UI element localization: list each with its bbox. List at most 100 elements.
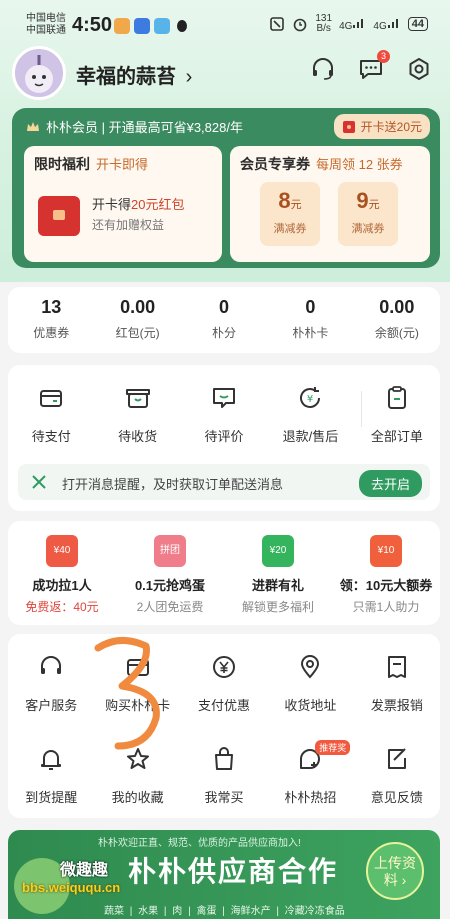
stat-label: 朴朴卡 [292, 326, 329, 340]
red-envelope-icon [38, 196, 80, 236]
network-speed-unit: B/s [316, 23, 331, 34]
avatar[interactable] [12, 46, 66, 100]
member-coupon[interactable]: 8元 满减券 [260, 182, 320, 246]
stat-gift-card[interactable]: 0 朴朴卡 [267, 287, 353, 353]
bell-icon [41, 750, 62, 770]
banner-top-text: 朴朴欢迎正直、规范、优质的产品供应商加入! [98, 838, 301, 849]
message-badge: 3 [377, 50, 390, 63]
limited-benefit-panel[interactable]: 限时福利 开卡即得 开卡得20元红包 还有加赠权益 [24, 146, 222, 262]
order-pending-review[interactable]: 待评价 [181, 385, 267, 445]
stat-value: 0.00 [379, 297, 415, 317]
order-label: 退款/售后 [282, 429, 339, 444]
coupon-unit: 元 [290, 199, 302, 211]
promo-group-buy[interactable]: 拼团 0.1元抢鸡蛋 2人团免运费 [116, 521, 224, 625]
battery-indicator: 44 [407, 17, 428, 31]
stat-red-packets[interactable]: 0.00 红包(元) [94, 287, 180, 353]
order-refund[interactable]: ¥ 退款/售后 [267, 385, 353, 445]
signal-icon [387, 18, 398, 28]
app-notification-icon [134, 18, 150, 34]
service-arrival-reminder[interactable]: 到货提醒 [8, 746, 94, 806]
invite-reward-icon: ¥40 [46, 535, 78, 567]
membership-header: 朴朴会员 | 开通最高可省¥3,828/年 [26, 117, 243, 136]
headset-icon [41, 656, 62, 674]
coupon-label: 满减券 [351, 223, 385, 235]
order-label: 全部订单 [370, 429, 423, 444]
chevron-right-icon: › [185, 66, 193, 88]
close-icon[interactable] [30, 473, 48, 491]
avatar-garlic-icon [25, 55, 53, 93]
handwritten-annotation [94, 637, 160, 750]
service-label: 客户服务 [25, 698, 78, 713]
order-label: 待评价 [204, 429, 244, 444]
membership-header-text: 朴朴会员 | 开通最高可省¥3,828/年 [46, 120, 243, 135]
signal-1: 4G [339, 17, 366, 32]
service-customer-service[interactable]: 客户服务 [8, 654, 94, 714]
stat-coupons[interactable]: 13 优惠券 [8, 287, 94, 353]
service-recruitment[interactable]: 推荐奖 朴朴热招 [267, 740, 353, 806]
membership-card[interactable]: 朴朴会员 | 开通最高可省¥3,828/年 开卡送20元 限时福利 开卡即得 开卡… [12, 108, 440, 268]
carrier-info: 中国电信 中国联通 [26, 13, 66, 37]
comment-icon [213, 388, 236, 408]
order-pending-delivery[interactable]: 待收货 [94, 385, 180, 445]
watermark-title: 微趣趣 [60, 862, 109, 879]
notification-reminder: 打开消息提醒，及时获取订单配送消息 去开启 [18, 464, 430, 500]
status-bar: 中国电信 中国联通 4:50 131 B/s 4G 4G 44 [0, 0, 450, 42]
exclusive-coupon-panel[interactable]: 会员专享券 每周领 12 张券 8元 满减券 9元 满减券 [230, 146, 430, 262]
service-invoice[interactable]: 发票报销 [354, 654, 440, 714]
invoice-icon [387, 656, 406, 678]
username[interactable]: 幸福的蒜苔 › [76, 60, 192, 89]
enable-notifications-button[interactable]: 去开启 [358, 470, 422, 497]
service-label: 发票报销 [370, 698, 423, 713]
stat-value: 0 [219, 297, 230, 317]
service-address[interactable]: 收货地址 [267, 654, 353, 714]
promo-big-coupon[interactable]: ¥10 领：10元大额券 只需1人助力 [332, 521, 440, 625]
clipboard-icon [387, 386, 406, 409]
watermark-url: bbs.weiququ.cn [22, 880, 121, 895]
service-label: 意见反馈 [370, 790, 423, 805]
messages-button[interactable]: 3 [358, 50, 390, 82]
order-all[interactable]: 全部订单 [354, 385, 440, 445]
signal-2: 4G [373, 17, 400, 32]
settings-button[interactable] [406, 56, 432, 82]
header-actions: 3 [310, 50, 432, 82]
service-feedback[interactable]: 意见反馈 [354, 746, 440, 806]
group-buy-icon: 拼团 [154, 535, 186, 567]
wallet-icon [40, 390, 63, 407]
recommend-badge: 推荐奖 [315, 740, 351, 755]
stat-value: 13 [41, 297, 62, 317]
banner-categories: 蔬菜 | 水果 | 肉 | 禽蛋 | 海鲜水产 | 冷藏冷冻食品 [104, 906, 345, 917]
yuan-icon [213, 656, 236, 678]
nfc-icon [270, 17, 285, 31]
upload-materials-button[interactable]: 上传资料 › [366, 842, 424, 900]
promo-title: 成功拉1人 [32, 578, 92, 593]
chevron-right-icon: › [401, 872, 407, 888]
account-stats: 13 优惠券 0.00 红包(元) 0 朴分 0 朴朴卡 0.00 余额(元) [8, 287, 440, 353]
customer-service-button[interactable] [310, 56, 336, 82]
order-pending-payment[interactable]: 待支付 [8, 385, 94, 445]
promo-title: 进群有礼 [251, 578, 304, 593]
service-payment-offers[interactable]: 支付优惠 [181, 654, 267, 714]
network-speed: 131 B/s [315, 14, 332, 34]
stat-label: 优惠券 [33, 326, 70, 340]
limited-line1-prefix: 开卡得 [92, 197, 132, 212]
stat-points[interactable]: 0 朴分 [181, 287, 267, 353]
carrier-1: 中国电信 [26, 13, 66, 24]
stat-label: 红包(元) [115, 326, 160, 340]
service-frequent-buys[interactable]: 我常买 [181, 746, 267, 806]
promotions: ¥40 成功拉1人 免费返：40元 拼团 0.1元抢鸡蛋 2人团免运费 ¥20 … [8, 521, 440, 625]
open-membership-button[interactable]: 开卡送20元 [333, 114, 430, 139]
settings-icon [409, 58, 429, 80]
clock: 4:50 [72, 14, 113, 36]
stat-label: 余额(元) [374, 326, 419, 340]
crown-icon [27, 121, 39, 131]
refund-icon: ¥ [300, 387, 321, 408]
promo-invite[interactable]: ¥40 成功拉1人 免费返：40元 [8, 521, 116, 625]
member-coupon[interactable]: 9元 满减券 [338, 182, 398, 246]
coupon-label: 满减券 [273, 223, 307, 235]
alarm-icon [294, 18, 307, 32]
stat-balance[interactable]: 0.00 余额(元) [354, 287, 440, 353]
promo-join-group[interactable]: ¥20 进群有礼 解锁更多福利 [224, 521, 332, 625]
service-label: 我常买 [204, 790, 244, 805]
banner-title: 朴朴供应商合作 [128, 856, 339, 887]
red-envelope-icon [342, 120, 355, 133]
